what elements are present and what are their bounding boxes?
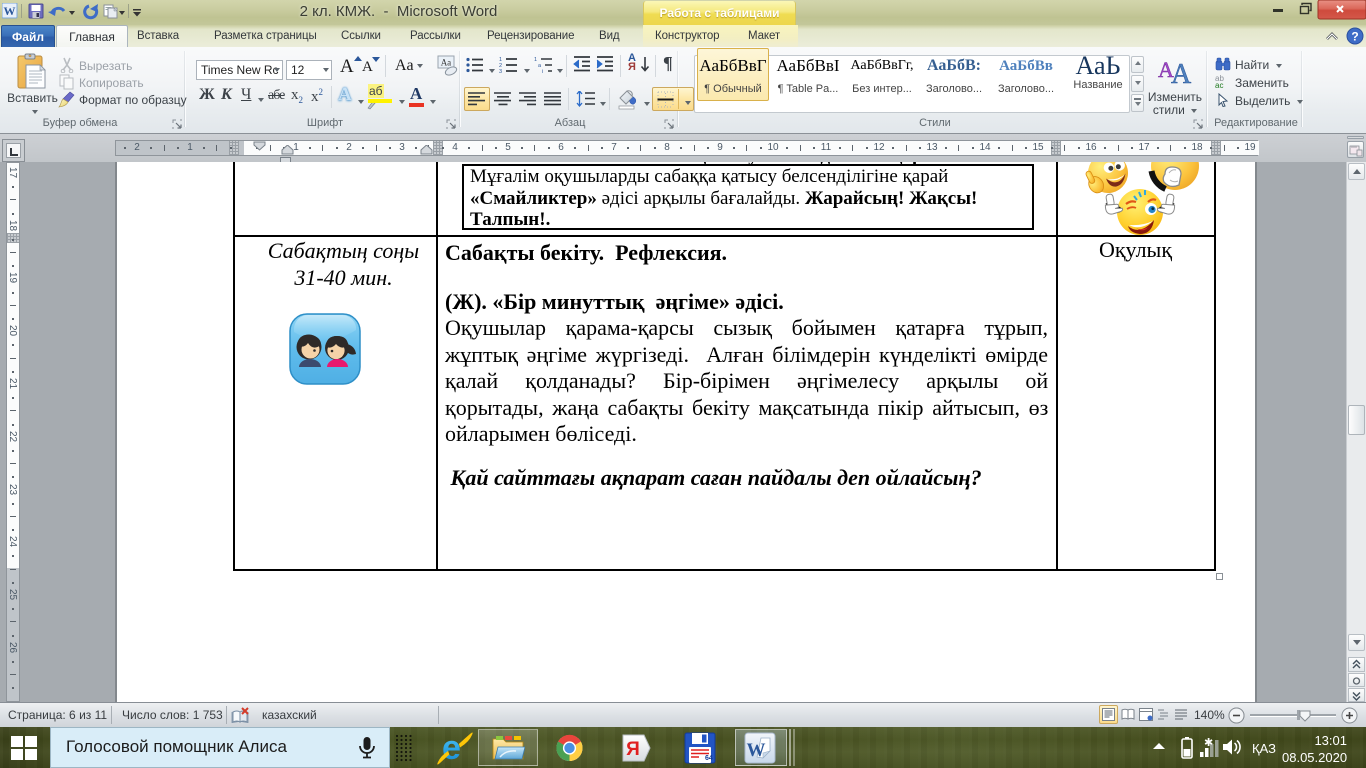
svg-text:?: ? — [1351, 30, 1358, 44]
svg-text:e: e — [442, 730, 461, 766]
svg-text:W: W — [747, 740, 766, 761]
svg-text:A: A — [1171, 59, 1192, 85]
svg-text:i: i — [542, 69, 543, 74]
svg-text:W: W — [4, 4, 16, 18]
svg-text:✱: ✱ — [1204, 737, 1213, 749]
svg-text:64: 64 — [705, 755, 713, 762]
svg-text:3: 3 — [499, 69, 502, 74]
svg-text:Аа: Аа — [441, 58, 451, 68]
svg-text:1: 1 — [534, 57, 537, 63]
svg-text:Я: Я — [626, 739, 640, 760]
